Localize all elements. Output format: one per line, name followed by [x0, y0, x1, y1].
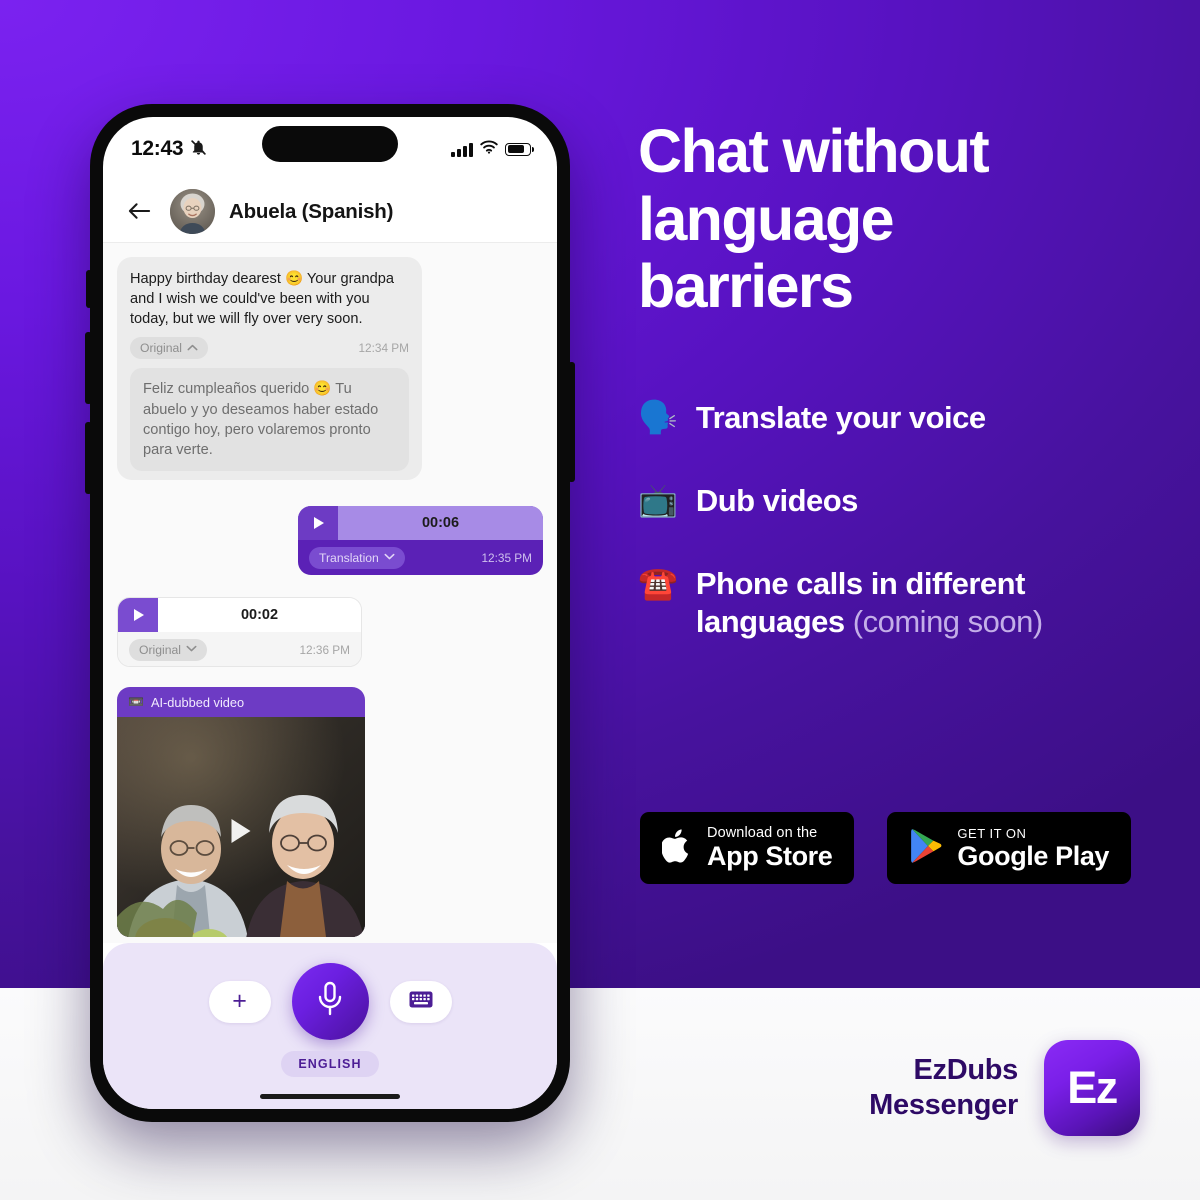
brand-lockup: EzDubs Messenger Ez — [869, 1040, 1140, 1136]
chevron-down-icon — [384, 553, 395, 562]
coming-soon-note: (coming soon) — [852, 604, 1043, 640]
chevron-down-icon — [186, 645, 197, 654]
headline-line-3: barriers — [638, 252, 854, 321]
google-play-badge[interactable]: GET IT ON Google Play — [887, 812, 1132, 884]
message-translation-bubble: Feliz cumpleaños querido 😊 Tu abuelo y y… — [130, 368, 409, 471]
status-bar-indicators — [451, 140, 534, 159]
feature-item-translate-voice: 🗣️ Translate your voice — [638, 399, 1158, 438]
headline-line-1: Chat without — [638, 117, 990, 185]
message-time: 12:34 PM — [358, 341, 410, 356]
video-thumbnail[interactable] — [117, 717, 365, 938]
google-play-text: GET IT ON Google Play — [957, 827, 1109, 870]
speaking-head-icon: 🗣️ — [638, 399, 678, 436]
back-arrow-icon[interactable] — [123, 197, 156, 227]
voice-duration: 00:02 — [240, 606, 279, 623]
telephone-icon: ☎️ — [638, 564, 678, 601]
avatar[interactable] — [170, 189, 215, 234]
app-icon: Ez — [1044, 1040, 1140, 1136]
pill-label: Original — [139, 642, 181, 657]
phone-volume-down-button[interactable] — [85, 422, 92, 494]
message-time: 12:35 PM — [481, 550, 533, 565]
brand-name-line-1: EzDubs — [913, 1053, 1018, 1086]
play-icon — [314, 516, 324, 529]
translation-text: Feliz cumpleaños querido 😊 Tu abuelo y y… — [143, 381, 379, 458]
status-bar-time: 12:43 — [131, 137, 184, 160]
page-title: Chat without language barriers — [638, 117, 1158, 321]
input-actions-row: + — [208, 963, 452, 1040]
attach-button[interactable]: + — [208, 980, 271, 1023]
chat-message-list[interactable]: Happy birthday dearest 😊 Your grandpa an… — [103, 243, 557, 943]
app-icon-text: Ez — [1067, 1062, 1118, 1113]
contact-name: Abuela (Spanish) — [229, 199, 394, 223]
app-store-small: Download on the — [707, 824, 818, 841]
brand-name: EzDubs Messenger — [869, 1053, 1018, 1124]
store-badges: Download on the App Store GET IT ON Goog… — [640, 812, 1132, 884]
app-store-big: App Store — [707, 841, 833, 872]
app-store-text: Download on the App Store — [707, 824, 833, 872]
app-store-badge[interactable]: Download on the App Store — [640, 812, 855, 884]
message-bubble-incoming-text[interactable]: Happy birthday dearest 😊 Your grandpa an… — [117, 257, 422, 480]
feature-label: Phone calls in different languages (comi… — [696, 565, 1158, 643]
chevron-up-icon — [187, 344, 198, 353]
play-icon — [134, 608, 144, 621]
voice-meta: Original 12:36 PM — [118, 631, 361, 667]
play-button[interactable] — [118, 597, 158, 632]
apple-logo-icon — [661, 827, 694, 870]
play-button[interactable] — [298, 505, 338, 540]
bell-slash-icon — [190, 139, 207, 160]
feature-list: 🗣️ Translate your voice 📺 Dub videos ☎️ … — [638, 399, 1158, 642]
voice-duration: 00:06 — [421, 514, 460, 531]
message-bubble-outgoing-voice[interactable]: 00:06 Translation 12:35 PM — [298, 505, 543, 575]
plus-icon: + — [232, 987, 247, 1015]
original-toggle-pill[interactable]: Original — [130, 337, 208, 360]
chat-input-bar: + ENGLISH — [103, 943, 557, 1109]
original-toggle-pill[interactable]: Original — [129, 638, 207, 661]
message-bubble-incoming-voice[interactable]: 00:02 Original 12:36 PM — [117, 596, 362, 668]
wifi-icon — [480, 140, 498, 159]
google-play-small: GET IT ON — [957, 825, 1027, 841]
pill-label: Original — [140, 341, 182, 356]
translation-toggle-pill[interactable]: Translation — [309, 546, 405, 569]
phone-mockup: 12:43 Abuela (Spanish) Happy birthday de… — [85, 104, 575, 1122]
dynamic-island — [262, 126, 398, 162]
feature-item-phone-calls: ☎️ Phone calls in different languages (c… — [638, 565, 1158, 643]
microphone-icon — [315, 980, 345, 1023]
keyboard-button[interactable] — [389, 980, 452, 1023]
feature-label: Translate your voice — [695, 400, 986, 436]
signal-bars-icon — [451, 142, 473, 157]
battery-icon — [505, 142, 534, 156]
message-meta: Original 12:34 PM — [130, 337, 410, 360]
status-bar: 12:43 — [103, 117, 557, 181]
google-play-big: Google Play — [957, 840, 1110, 871]
keyboard-icon — [409, 991, 433, 1013]
headline-line-2: language — [638, 184, 895, 253]
marketing-panel: Chat without language barriers 🗣️ Transl… — [638, 117, 1158, 642]
phone-volume-up-button[interactable] — [85, 332, 92, 404]
video-card-header: 📼 AI-dubbed video — [117, 687, 365, 717]
phone-power-button[interactable] — [568, 362, 575, 482]
chat-header: Abuela (Spanish) — [103, 181, 557, 243]
home-indicator — [260, 1094, 400, 1099]
video-card-label: AI-dubbed video — [150, 694, 245, 710]
play-icon[interactable] — [231, 819, 251, 844]
voice-meta: Translation 12:35 PM — [298, 540, 543, 575]
film-frames-icon: 📼 — [128, 694, 144, 710]
pill-label: Translation — [319, 550, 379, 565]
television-icon: 📺 — [638, 481, 678, 518]
brand-name-line-2: Messenger — [869, 1089, 1018, 1121]
feature-item-dub-videos: 📺 Dub videos — [638, 482, 1158, 521]
feature-label: Dub videos — [695, 482, 859, 518]
google-play-icon — [909, 827, 944, 870]
message-text: Happy birthday dearest 😊 Your grandpa an… — [130, 271, 395, 328]
message-time: 12:36 PM — [299, 642, 351, 657]
voice-player[interactable]: 00:06 — [298, 505, 543, 540]
record-voice-button[interactable] — [291, 963, 369, 1040]
message-bubble-video[interactable]: 📼 AI-dubbed video — [117, 687, 365, 938]
language-selector[interactable]: ENGLISH — [281, 1051, 379, 1077]
phone-screen: 12:43 Abuela (Spanish) Happy birthday de… — [103, 117, 557, 1109]
phone-mute-switch[interactable] — [86, 270, 92, 308]
voice-player[interactable]: 00:02 — [118, 597, 361, 632]
